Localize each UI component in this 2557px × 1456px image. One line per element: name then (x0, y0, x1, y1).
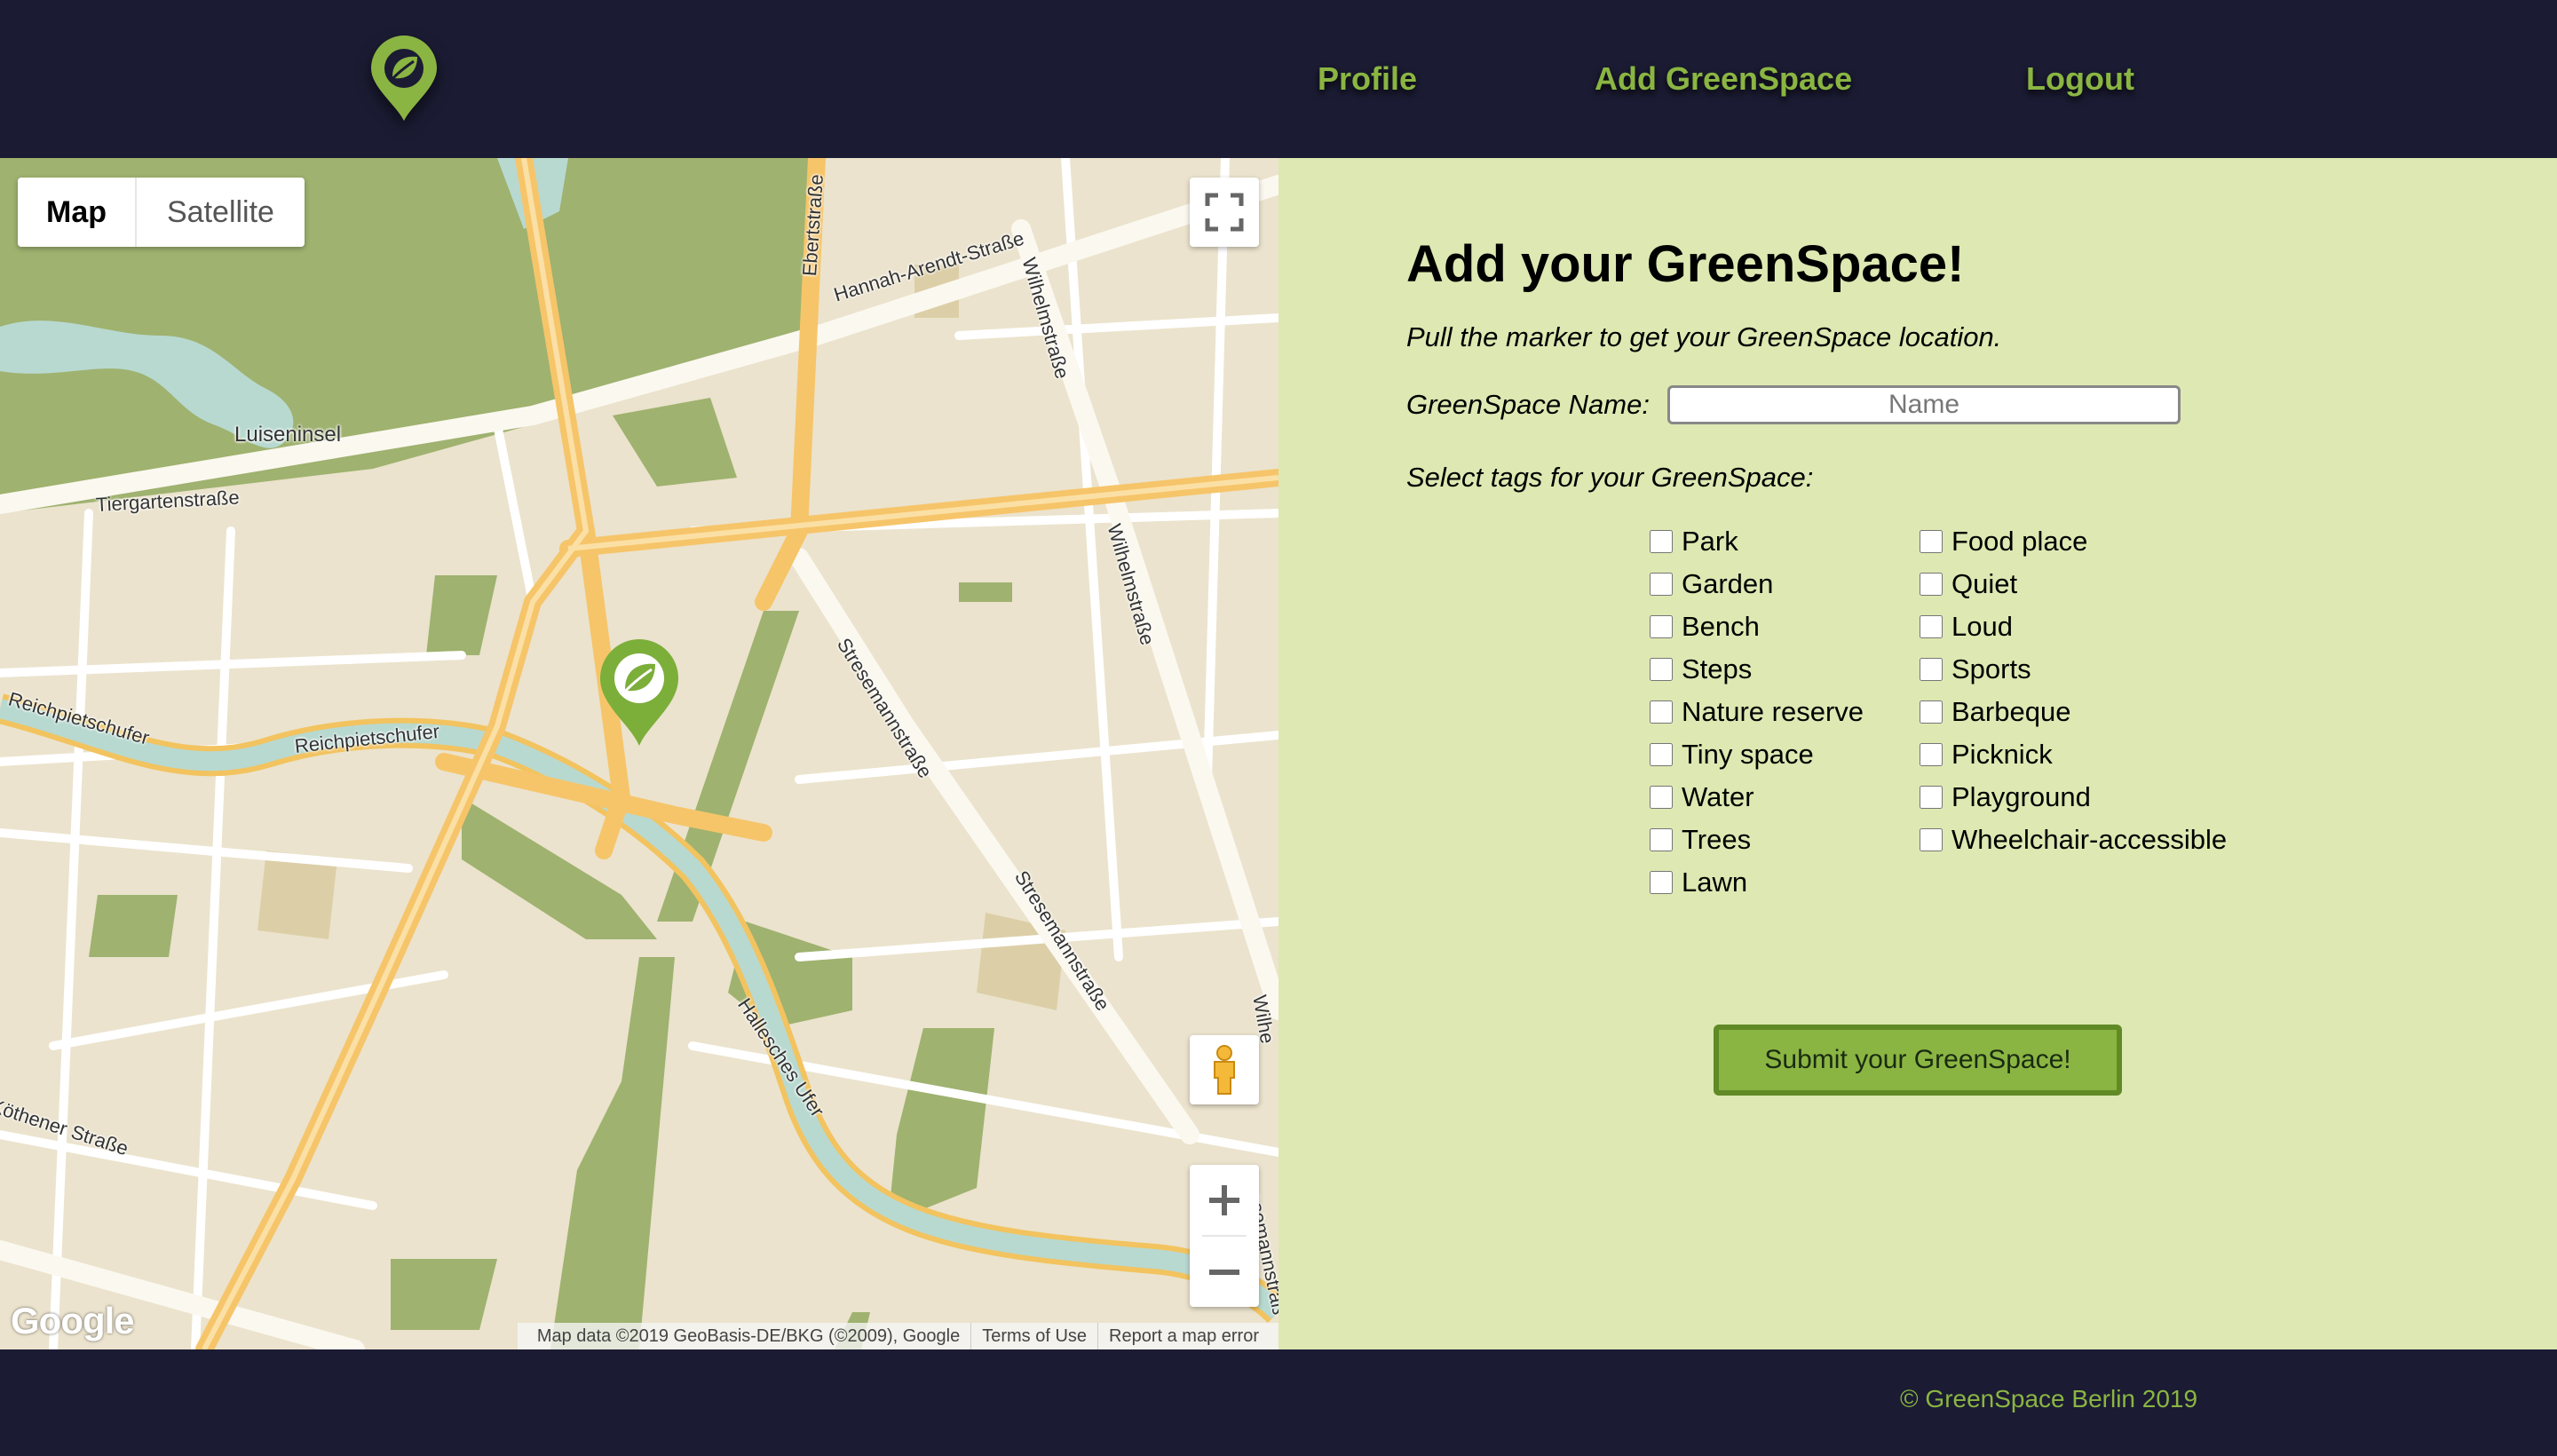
tag-label: Sports (1951, 653, 2031, 684)
instructions-text: Pull the marker to get your GreenSpace l… (1406, 321, 2002, 352)
tag-sports-checkbox[interactable] (1920, 658, 1943, 681)
tags-column-right: Food place Quiet Loud Sports Barbeque Pi… (1920, 520, 2227, 861)
tag-barbeque[interactable]: Barbeque (1920, 691, 2227, 733)
tag-water-checkbox[interactable] (1650, 786, 1673, 809)
tag-label: Food place (1951, 526, 2088, 557)
tag-label: Tiny space (1682, 739, 1814, 770)
tag-barbeque-checkbox[interactable] (1920, 700, 1943, 724)
greenspace-name-input[interactable] (1667, 385, 2181, 424)
google-logo: Google (11, 1300, 135, 1341)
tag-nature-reserve[interactable]: Nature reserve (1650, 691, 1864, 733)
zoom-in-button[interactable] (1190, 1165, 1259, 1235)
tag-tiny-space[interactable]: Tiny space (1650, 733, 1864, 776)
tag-lawn-checkbox[interactable] (1650, 871, 1673, 894)
tag-water[interactable]: Water (1650, 776, 1864, 819)
tag-label: Trees (1682, 824, 1752, 855)
tag-loud-checkbox[interactable] (1920, 615, 1943, 638)
add-greenspace-panel: Add your GreenSpace! Pull the marker to … (1278, 158, 2557, 1349)
tags-label: Select tags for your GreenSpace: (1406, 462, 1814, 493)
fullscreen-icon (1205, 193, 1244, 232)
leaf-pin-marker-icon[interactable] (597, 637, 682, 748)
tag-label: Lawn (1682, 866, 1748, 898)
tag-bench[interactable]: Bench (1650, 605, 1864, 648)
nav-profile-link[interactable]: Profile (1318, 57, 1417, 101)
copyright-text: © GreenSpace Berlin 2019 (1900, 1385, 2198, 1412)
nav-logout-link[interactable]: Logout (2026, 57, 2134, 101)
zoom-out-icon (1209, 1270, 1239, 1275)
tag-tiny-space-checkbox[interactable] (1650, 743, 1673, 766)
tag-steps[interactable]: Steps (1650, 648, 1864, 691)
tags-column-left: Park Garden Bench Steps Nature reserve T… (1650, 520, 1864, 904)
tag-garden[interactable]: Garden (1650, 563, 1864, 605)
tag-playground[interactable]: Playground (1920, 776, 2227, 819)
leaf-pin-logo-icon[interactable] (368, 36, 440, 123)
tag-garden-checkbox[interactable] (1650, 573, 1673, 596)
tag-label: Park (1682, 526, 1738, 557)
map-type-control: Map Satellite (18, 178, 305, 247)
tag-wheelchair-accessible[interactable]: Wheelchair-accessible (1920, 819, 2227, 861)
map-type-satellite-button[interactable]: Satellite (137, 178, 305, 247)
map-attribution: Map data ©2019 GeoBasis-DE/BKG (©2009), … (517, 1323, 1278, 1349)
tag-label: Quiet (1951, 568, 2018, 599)
tag-label: Loud (1951, 611, 2013, 642)
tag-label: Steps (1682, 653, 1753, 684)
tag-nature-reserve-checkbox[interactable] (1650, 700, 1673, 724)
pegman-icon (1214, 1045, 1235, 1095)
submit-greenspace-button[interactable]: Submit your GreenSpace! (1714, 1025, 2122, 1096)
tag-trees[interactable]: Trees (1650, 819, 1864, 861)
terms-of-use-link[interactable]: Terms of Use (970, 1323, 1097, 1349)
tag-label: Barbeque (1951, 696, 2071, 727)
report-map-error-link[interactable]: Report a map error (1097, 1323, 1270, 1349)
header: Profile Add GreenSpace Logout (0, 0, 2557, 158)
tag-label: Playground (1951, 781, 2091, 812)
tag-loud[interactable]: Loud (1920, 605, 2227, 648)
tag-label: Picknick (1951, 739, 2053, 770)
tag-quiet[interactable]: Quiet (1920, 563, 2227, 605)
zoom-out-button[interactable] (1190, 1237, 1259, 1307)
tag-food-place-checkbox[interactable] (1920, 530, 1943, 553)
zoom-in-icon (1209, 1185, 1239, 1215)
tag-bench-checkbox[interactable] (1650, 615, 1673, 638)
tag-playground-checkbox[interactable] (1920, 786, 1943, 809)
tag-food-place[interactable]: Food place (1920, 520, 2227, 563)
tag-sports[interactable]: Sports (1920, 648, 2227, 691)
tag-lawn[interactable]: Lawn (1650, 861, 1864, 904)
map-canvas[interactable] (0, 158, 1278, 1349)
map-type-map-button[interactable]: Map (18, 178, 135, 247)
tag-label: Water (1682, 781, 1754, 812)
tag-picknick[interactable]: Picknick (1920, 733, 2227, 776)
fullscreen-button[interactable] (1190, 178, 1259, 247)
name-label: GreenSpace Name: (1406, 389, 1650, 420)
tag-label: Garden (1682, 568, 1774, 599)
tag-park[interactable]: Park (1650, 520, 1864, 563)
nav-add-greenspace-link[interactable]: Add GreenSpace (1595, 57, 1852, 101)
street-view-button[interactable] (1190, 1035, 1259, 1104)
map-data-attribution: Map data ©2019 GeoBasis-DE/BKG (©2009), … (536, 1326, 961, 1346)
tag-label: Wheelchair-accessible (1951, 824, 2228, 855)
street-label: Luiseninsel (234, 423, 342, 447)
footer: © GreenSpace Berlin 2019 (0, 1349, 2557, 1456)
map-view[interactable]: Luiseninsel Tiergartenstraße Ebertstraße… (0, 158, 1278, 1349)
tag-park-checkbox[interactable] (1650, 530, 1673, 553)
tag-trees-checkbox[interactable] (1650, 828, 1673, 851)
tag-wheelchair-accessible-checkbox[interactable] (1920, 828, 1943, 851)
page-title: Add your GreenSpace! (1406, 235, 1965, 293)
tag-label: Nature reserve (1682, 696, 1864, 727)
tag-picknick-checkbox[interactable] (1920, 743, 1943, 766)
zoom-control (1190, 1165, 1259, 1307)
tag-steps-checkbox[interactable] (1650, 658, 1673, 681)
tag-label: Bench (1682, 611, 1760, 642)
tag-quiet-checkbox[interactable] (1920, 573, 1943, 596)
